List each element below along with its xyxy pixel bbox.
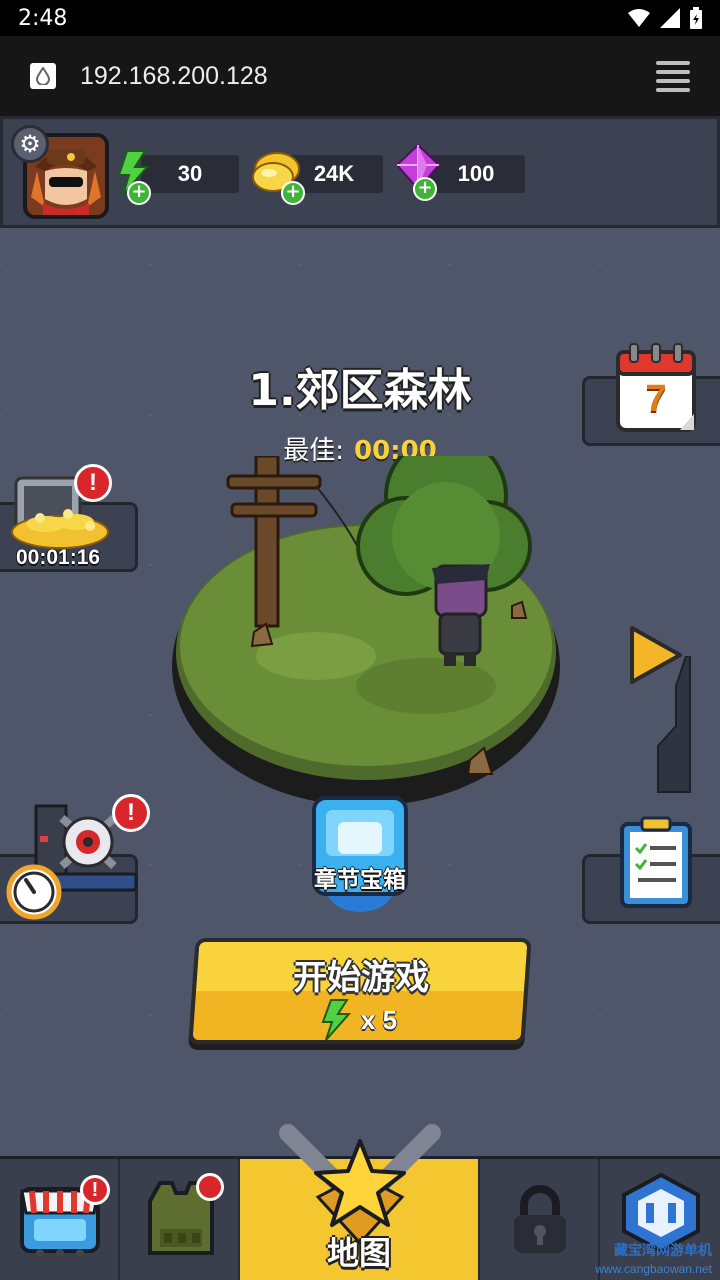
add-gem-button[interactable]: + <box>413 177 437 201</box>
nav-shop[interactable]: ! <box>0 1159 120 1280</box>
checklist-icon <box>618 816 694 914</box>
start-game-cost: x 5 <box>194 998 522 1042</box>
gold-value: 24K <box>313 161 355 186</box>
level-title: 1.郊区森林 <box>248 365 472 416</box>
energy-value: 30 <box>177 161 203 186</box>
radar-alert-badge: ! <box>112 794 150 832</box>
nav-locked[interactable] <box>480 1159 600 1280</box>
signal-icon <box>660 8 680 28</box>
watermark-url: www.cangbaowan.net <box>595 1262 712 1276</box>
level-island[interactable] <box>166 434 566 868</box>
status-icons <box>628 7 702 29</box>
settings-gear-icon[interactable]: ⚙ <box>11 125 49 163</box>
lock-icon <box>514 1185 566 1253</box>
battery-icon <box>690 7 702 29</box>
equipment-notice-badge <box>196 1173 224 1201</box>
nav-equipment[interactable] <box>120 1159 240 1280</box>
nav-map-label: 地图 <box>326 1234 391 1272</box>
radar-speedometer-icon <box>6 864 62 924</box>
nav-tech[interactable]: 藏宝湾网游单机 www.cangbaowan.net <box>595 1159 720 1280</box>
bottom-nav: ! 地图 藏宝湾网游单机 www.cangbaowan.net <box>0 1124 720 1280</box>
browser-menu-icon[interactable] <box>656 60 690 92</box>
url-text[interactable]: 192.168.200.128 <box>80 62 268 91</box>
start-game-cost-value: x 5 <box>360 1004 398 1035</box>
add-gold-button[interactable]: + <box>281 181 305 205</box>
treasury-timer: 00:01:16 <box>16 546 101 569</box>
status-time: 2:48 <box>18 5 68 31</box>
start-game-label: 开始游戏 <box>293 958 430 998</box>
energy-counter: 30 <box>141 155 239 193</box>
resource-panel: ⚙ 30 + 24K + 100 + <box>0 116 720 228</box>
chapter-chest[interactable] <box>310 792 410 918</box>
browser-bar: 192.168.200.128 <box>0 36 720 116</box>
start-game-button[interactable]: 开始游戏 x 5 <box>188 938 532 1044</box>
locked-area-silhouette <box>656 655 696 800</box>
game-screen: ⚙ 30 + 24K + 100 + ! 00:01:16 7 1.郊区森林 最… <box>0 116 720 1280</box>
gem-value: 100 <box>457 161 495 186</box>
treasury-alert-badge: ! <box>74 464 112 502</box>
watermark-text: 藏宝湾网游单机 <box>614 1243 712 1259</box>
chapter-chest-label: 章节宝箱 <box>314 867 406 893</box>
shop-alert-badge: ! <box>80 1175 110 1205</box>
status-bar: 2:48 <box>0 0 720 36</box>
wifi-icon <box>628 9 650 27</box>
nav-map[interactable]: 地图 <box>240 1124 480 1280</box>
energy-bolt-icon <box>321 999 352 1041</box>
site-icon <box>30 63 56 89</box>
add-energy-button[interactable]: + <box>127 181 151 205</box>
